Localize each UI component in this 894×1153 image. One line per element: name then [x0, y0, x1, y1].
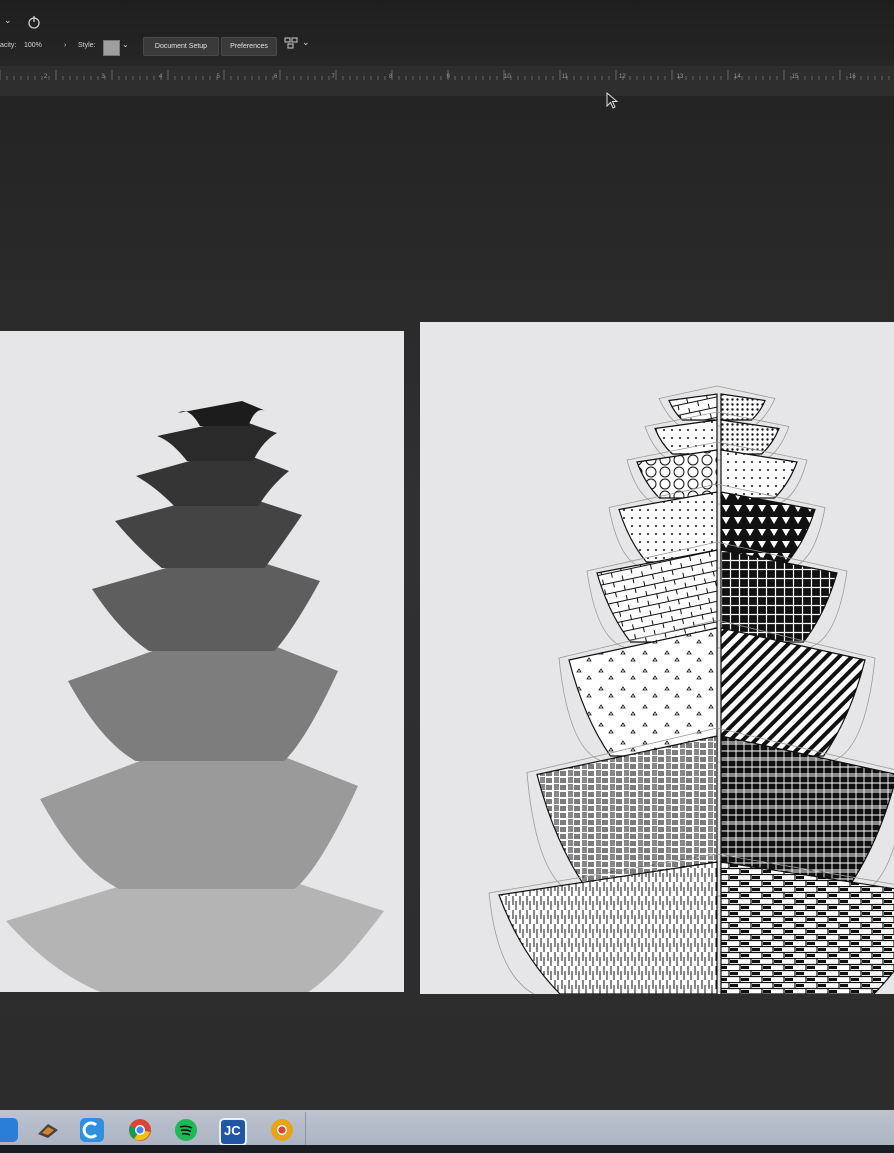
ruler-label: 12 [619, 74, 626, 80]
style-dropdown-chevron-icon[interactable]: ⌄ [122, 38, 129, 52]
ruler-label: 16 [849, 74, 856, 80]
style-label: Style: [78, 42, 96, 49]
ruler-label: 5 [216, 74, 220, 80]
control-bar: ⌄ acity: 100% › Style: ⌄ Document Setup … [0, 0, 894, 66]
document-setup-button[interactable]: Document Setup [143, 37, 219, 56]
arrange-icon[interactable] [284, 36, 298, 50]
power-icon[interactable] [26, 14, 42, 30]
artboard-pattern-tree[interactable] [420, 322, 894, 1001]
arrange-chevron-icon[interactable]: ⌄ [302, 35, 310, 49]
ruler-label: 11 [561, 74, 568, 80]
style-swatch[interactable] [103, 40, 120, 56]
chevron-right-icon[interactable]: › [64, 39, 66, 53]
horizontal-ruler[interactable]: 2 3 4 5 6 7 8 9 10 11 12 13 14 15 16 [0, 66, 894, 97]
ruler-label: 15 [791, 74, 799, 80]
chrome-icon[interactable] [128, 1118, 152, 1142]
chevron-down-icon[interactable]: ⌄ [4, 13, 12, 27]
svg-text:JC: JC [224, 1123, 241, 1138]
grayscale-tree-artwork [6, 401, 384, 992]
ruler-label: 9 [446, 74, 450, 80]
ruler-label: 13 [676, 74, 684, 80]
ruler-label: 7 [331, 74, 335, 80]
start-icon[interactable] [0, 1118, 18, 1142]
chrome-canary-icon[interactable] [270, 1118, 294, 1142]
artboard-grayscale-tree[interactable] [0, 331, 404, 992]
ruler-label: 6 [274, 74, 278, 80]
taskbar-divider [305, 1112, 306, 1146]
ruler-label: 4 [159, 74, 163, 80]
monitor-bezel [0, 1145, 894, 1153]
preferences-button[interactable]: Preferences [221, 37, 277, 56]
ruler-ticks [0, 70, 890, 80]
spotify-icon[interactable] [174, 1118, 198, 1142]
jc-app-icon[interactable]: JC [219, 1118, 247, 1146]
ruler-label: 10 [504, 74, 511, 80]
mouse-cursor-icon [606, 92, 619, 109]
ruler-label: 3 [101, 74, 105, 80]
ruler-label: 8 [389, 74, 393, 80]
opacity-label: acity: [0, 42, 17, 49]
gray-tier-1[interactable] [178, 401, 266, 426]
pattern-tree-artwork [488, 385, 894, 1001]
ruler-label: 2 [44, 74, 48, 80]
ruler-label: 14 [734, 74, 741, 80]
opacity-value[interactable]: 100% [24, 39, 42, 53]
c-app-icon[interactable] [80, 1118, 104, 1142]
illustrator-pen-icon[interactable] [36, 1118, 60, 1142]
